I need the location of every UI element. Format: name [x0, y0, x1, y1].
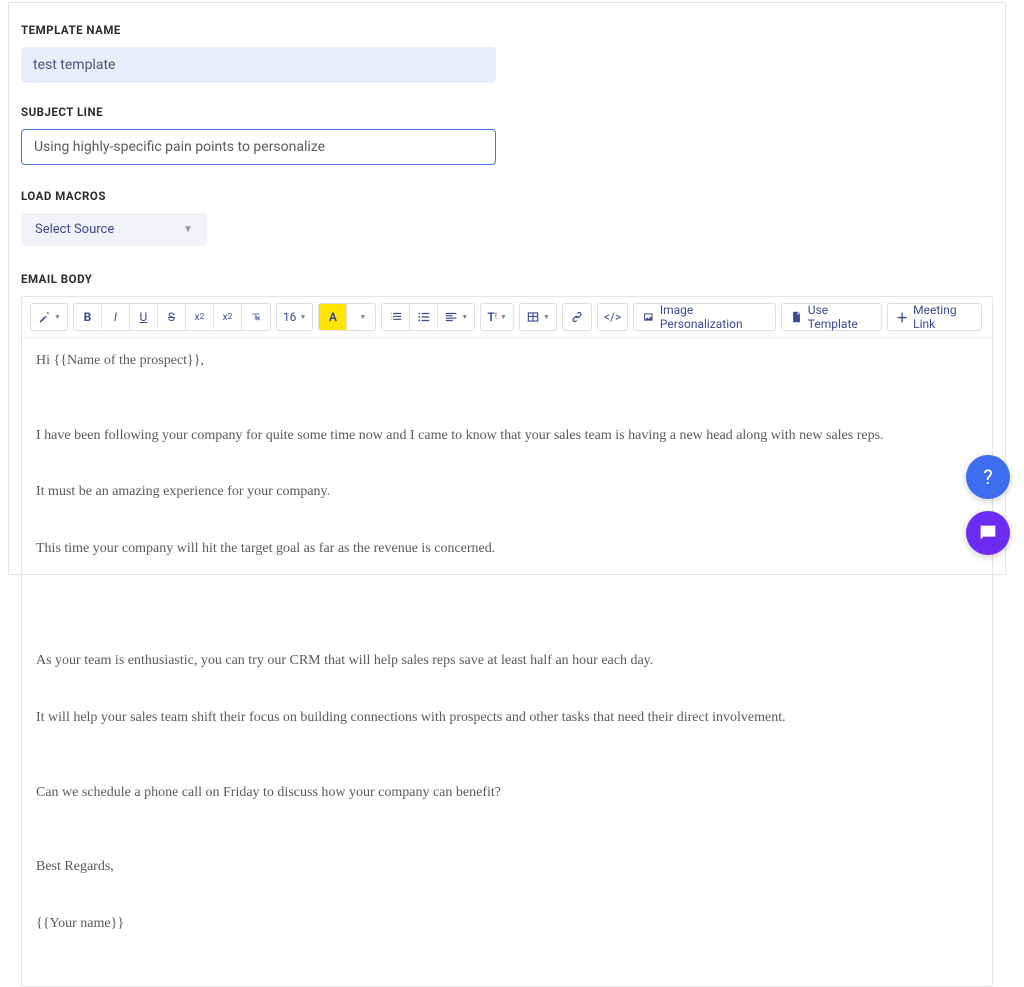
email-body-editor[interactable]: Hi {{Name of the prospect}}, I have been… [22, 338, 992, 986]
body-line: I have been following your company for q… [36, 427, 978, 446]
superscript-button[interactable]: x2 [186, 304, 214, 330]
body-greeting: Hi {{Name of the prospect}}, [36, 352, 978, 371]
body-line: Can we schedule a phone call on Friday t… [36, 784, 978, 803]
email-editor: ▼ B I U S x2 x2 16▼ A ▼ [21, 296, 993, 987]
bold-button[interactable]: B [74, 304, 102, 330]
text-format-button[interactable]: T!▼ [481, 304, 513, 330]
email-body-label: EMAIL BODY [21, 272, 993, 286]
template-form: TEMPLATE NAME test template SUBJECT LINE… [8, 2, 1006, 575]
template-name-label: TEMPLATE NAME [21, 23, 993, 37]
body-line: It will help your sales team shift their… [36, 709, 978, 728]
ordered-list-icon[interactable] [382, 304, 410, 330]
meeting-link-button[interactable]: ＋ Meeting Link [888, 304, 981, 330]
code-view-button[interactable]: </> [598, 304, 627, 330]
chat-icon [977, 522, 999, 544]
chat-fab[interactable] [966, 511, 1010, 555]
macro-source-select[interactable]: Select Source ▼ [21, 213, 207, 246]
body-line: It must be an amazing experience for you… [36, 483, 978, 502]
chevron-down-icon: ▼ [183, 224, 193, 235]
help-fab[interactable]: ? [966, 455, 1010, 499]
clear-format-icon[interactable] [242, 304, 270, 330]
subject-line-input[interactable] [21, 129, 496, 165]
body-line: As your team is enthusiastic, you can tr… [36, 652, 978, 671]
color-dropdown-button[interactable]: ▼ [347, 304, 375, 330]
magic-wand-icon[interactable]: ▼ [31, 304, 67, 330]
image-personalization-button[interactable]: Image Personalization [634, 304, 775, 330]
macro-select-text: Select Source [35, 222, 114, 237]
underline-button[interactable]: U [130, 304, 158, 330]
subject-line-label: SUBJECT LINE [21, 105, 993, 119]
align-icon[interactable]: ▼ [438, 304, 474, 330]
question-icon: ? [983, 465, 992, 489]
template-name-value[interactable]: test template [21, 47, 496, 83]
table-icon[interactable]: ▼ [520, 304, 556, 330]
body-signoff: Best Regards, [36, 858, 978, 877]
use-template-button[interactable]: Use Template [782, 304, 881, 330]
italic-button[interactable]: I [102, 304, 130, 330]
caret-down-icon: ▼ [54, 313, 61, 321]
link-icon[interactable] [563, 304, 591, 330]
font-size-select[interactable]: 16▼ [277, 304, 312, 330]
load-macros-label: LOAD MACROS [21, 189, 993, 203]
unordered-list-icon[interactable] [410, 304, 438, 330]
strike-button[interactable]: S [158, 304, 186, 330]
subscript-button[interactable]: x2 [214, 304, 242, 330]
body-signature: {{Your name}} [36, 915, 978, 934]
body-line: This time your company will hit the targ… [36, 540, 978, 559]
text-color-button[interactable]: A [319, 304, 347, 330]
editor-toolbar: ▼ B I U S x2 x2 16▼ A ▼ [22, 297, 992, 338]
